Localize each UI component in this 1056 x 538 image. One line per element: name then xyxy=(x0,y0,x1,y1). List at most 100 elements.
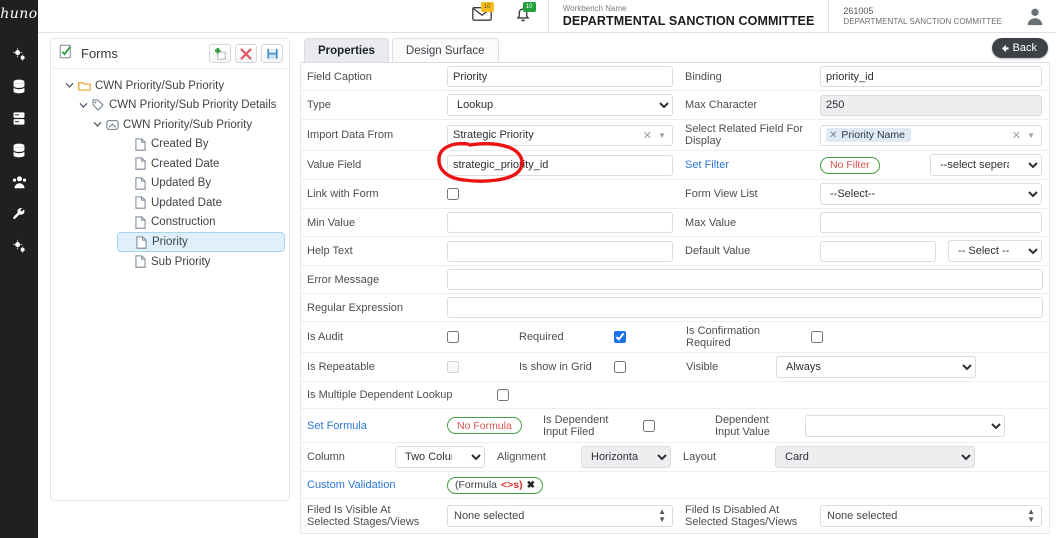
required-checkbox[interactable] xyxy=(614,331,626,343)
is-confirmation-required-checkbox[interactable] xyxy=(811,331,823,343)
label-default-value: Default Value xyxy=(685,245,751,257)
clear-icon[interactable]: ✕ xyxy=(643,129,652,142)
label-max-character: Max Character xyxy=(685,99,758,111)
field-visible-stages-multiselect[interactable]: None selected ▲ ▼ xyxy=(447,505,673,527)
configuration-gears-icon[interactable] xyxy=(0,230,38,262)
is-audit-checkbox[interactable] xyxy=(447,331,459,343)
chevron-down-icon[interactable] xyxy=(77,101,90,110)
dependent-input-value-select[interactable] xyxy=(805,414,1005,437)
avatar[interactable] xyxy=(1024,5,1046,27)
custom-validation-link[interactable]: Custom Validation xyxy=(307,479,395,491)
server-icon[interactable] xyxy=(0,102,38,134)
max-character-input[interactable] xyxy=(820,94,1042,116)
type-select[interactable]: Lookup xyxy=(447,94,673,116)
tree-node[interactable]: CWN Priority/Sub Priority xyxy=(61,76,285,96)
tree-node-label: Priority xyxy=(152,236,188,248)
chevron-down-icon[interactable] xyxy=(63,81,76,90)
tree-node[interactable]: Sub Priority xyxy=(117,252,285,272)
label-error-message: Error Message xyxy=(307,273,380,286)
forms-panel-buttons xyxy=(209,44,283,63)
is-show-in-grid-checkbox[interactable] xyxy=(614,361,626,373)
tree-node[interactable]: Created By xyxy=(117,135,285,155)
error-message-input[interactable] xyxy=(447,269,1043,290)
label-visible: Visible xyxy=(686,361,719,373)
bell-icon[interactable]: 10 xyxy=(514,2,536,26)
mail-icon[interactable]: 10 xyxy=(471,2,494,26)
save-form-button[interactable] xyxy=(261,44,283,63)
row-is-multiple-dependent-lookup: Is Multiple Dependent Lookup xyxy=(301,382,1049,409)
chevron-down-icon[interactable] xyxy=(91,120,104,129)
import-data-from-select[interactable]: Strategic Priority ✕ ▼ xyxy=(447,124,673,146)
is-repeatable-checkbox[interactable] xyxy=(447,361,459,373)
link-with-form-checkbox[interactable] xyxy=(447,188,459,200)
form-view-list-select[interactable]: --Select-- xyxy=(820,183,1042,205)
tab-properties[interactable]: Properties xyxy=(304,38,389,62)
no-formula-pill[interactable]: No Formula xyxy=(447,417,522,434)
is-dependent-input-filed-checkbox[interactable] xyxy=(643,419,655,432)
field-disabled-stages-multiselect[interactable]: None selected ▲ ▼ xyxy=(820,505,1042,527)
users-group-icon[interactable] xyxy=(0,166,38,198)
help-text-input[interactable] xyxy=(447,240,673,262)
row-import-data-from: Import Data From Strategic Priority ✕ ▼ … xyxy=(301,120,1049,151)
label-alignment: Alignment xyxy=(497,451,546,463)
label-required: Required xyxy=(519,331,564,343)
tree-node[interactable]: CWN Priority/Sub Priority Details xyxy=(75,96,285,116)
properties-panel: Properties Design Surface Field Caption … xyxy=(300,38,1050,538)
database-stack-icon[interactable] xyxy=(0,134,38,166)
tab-design-surface[interactable]: Design Surface xyxy=(391,38,499,62)
visible-select[interactable]: Always xyxy=(776,356,976,378)
row-help-text: Help Text Default Value -- Select -- xyxy=(301,237,1049,266)
label-is-confirmation-required: Is Confirmation Required xyxy=(686,325,760,349)
default-value-input[interactable] xyxy=(820,240,936,262)
workbench-name: DEPARTMENTAL SANCTION COMMITTEE xyxy=(562,14,815,28)
mail-badge: 10 xyxy=(480,2,494,12)
tag-remove-icon[interactable]: ✕ xyxy=(829,130,837,141)
layout-select[interactable]: Card xyxy=(775,446,975,468)
chevron-down-icon: ▼ xyxy=(658,130,666,140)
row-is-repeatable: Is Repeatable Is show in Grid Visible Al… xyxy=(301,353,1049,382)
separator-select[interactable]: --select seperator-- xyxy=(930,154,1042,176)
row-field-caption: Field Caption Binding xyxy=(301,63,1049,91)
row-type: Type Lookup Max Character xyxy=(301,91,1049,120)
label-type: Type xyxy=(307,99,331,111)
binding-input[interactable] xyxy=(820,66,1042,87)
tree-node-selected[interactable]: Priority xyxy=(117,232,285,252)
alignment-select[interactable]: Horizontal xyxy=(581,446,671,468)
add-form-button[interactable] xyxy=(209,44,231,63)
tree-node[interactable]: Created Date xyxy=(117,154,285,174)
set-formula-link[interactable]: Set Formula xyxy=(307,420,367,432)
row-link-with-form: Link with Form Form View List --Select-- xyxy=(301,180,1049,209)
rail-item-list xyxy=(0,38,38,262)
workbench-label: Workbench Name xyxy=(562,4,627,13)
select-related-field-control[interactable]: ✕ Priority Name ✕ ▼ xyxy=(820,124,1042,146)
field-caption-input[interactable] xyxy=(447,66,673,87)
workbench-block: Workbench Name DEPARTMENTAL SANCTION COM… xyxy=(549,0,829,33)
is-multiple-dependent-lookup-checkbox[interactable] xyxy=(497,389,509,401)
tree-node[interactable]: CWN Priority/Sub Priority xyxy=(89,115,285,135)
database-icon[interactable] xyxy=(0,70,38,102)
file-icon xyxy=(132,196,148,209)
formula-pill[interactable]: (Formula <>s) ✖ xyxy=(447,476,544,494)
regular-expression-input[interactable] xyxy=(447,297,1043,318)
set-filter-link[interactable]: Set Filter xyxy=(685,159,729,171)
no-filter-pill[interactable]: No Filter xyxy=(820,156,880,174)
row-custom-validation: Custom Validation (Formula <>s) ✖ xyxy=(301,472,1049,499)
formula-pill-remove-icon[interactable]: ✖ xyxy=(527,480,535,491)
wrench-icon[interactable] xyxy=(0,198,38,230)
column-select[interactable]: Two Column xyxy=(395,446,485,468)
clear-icon[interactable]: ✕ xyxy=(1012,129,1021,142)
tree-node[interactable]: Updated Date xyxy=(117,193,285,213)
user-block: 261005 DEPARTMENTAL SANCTION COMMITTEE xyxy=(829,0,1016,33)
delete-form-button[interactable] xyxy=(235,44,257,63)
value-field-input[interactable] xyxy=(447,154,673,176)
tree-node[interactable]: Updated By xyxy=(117,174,285,194)
tree-node[interactable]: Construction xyxy=(117,213,285,233)
max-value-input[interactable] xyxy=(820,212,1042,233)
default-value-select[interactable]: -- Select -- xyxy=(948,240,1042,262)
back-button[interactable]: Back xyxy=(991,38,1048,58)
min-value-input[interactable] xyxy=(447,212,673,233)
spinner-icon: ▲ ▼ xyxy=(658,507,666,524)
tag-label: Priority Name xyxy=(841,129,905,141)
tree-node-label: CWN Priority/Sub Priority xyxy=(95,79,225,92)
settings-gears-icon[interactable] xyxy=(0,38,38,70)
